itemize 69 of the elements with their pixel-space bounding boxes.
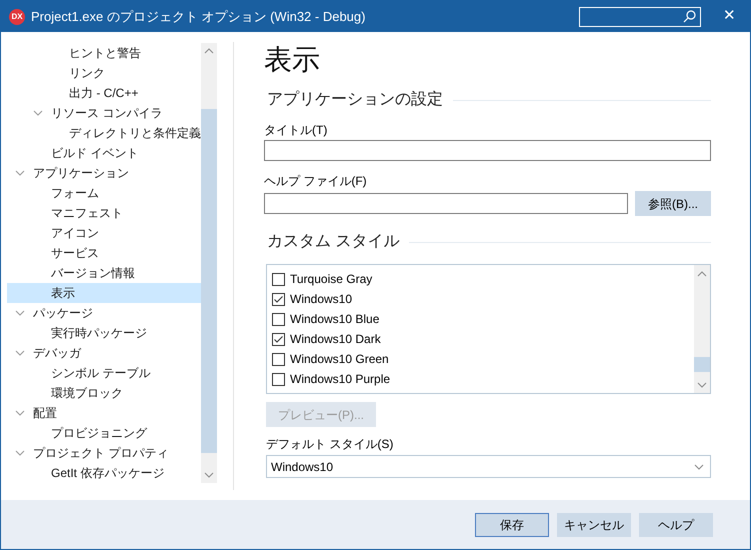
tree-item[interactable]: 環境ブロック xyxy=(7,383,201,403)
chevron-icon[interactable] xyxy=(15,310,25,316)
section-heading: アプリケーションの設定 xyxy=(266,90,443,110)
search-icon xyxy=(683,10,696,23)
tree-item[interactable]: GetIt 依存パッケージ xyxy=(7,463,201,483)
search-field[interactable] xyxy=(579,6,701,26)
chevron-icon[interactable] xyxy=(15,450,25,456)
style-label: Windows10 Green xyxy=(290,351,389,368)
tree-item[interactable]: プロジェクト プロパティ xyxy=(7,443,201,463)
chevron-icon xyxy=(204,472,214,478)
tree-item[interactable]: デバッガ xyxy=(7,343,201,363)
check-icon xyxy=(274,296,283,302)
tree-item[interactable]: アプリケーション xyxy=(7,163,201,183)
chevron-icon[interactable] xyxy=(33,110,43,116)
dialog-button[interactable]: キャンセル xyxy=(557,512,631,536)
chevron-icon[interactable] xyxy=(15,350,25,356)
tree-item[interactable]: ビルド イベント xyxy=(7,143,201,163)
tree-item[interactable]: バージョン情報 xyxy=(7,263,201,283)
title-field[interactable] xyxy=(264,140,711,161)
checkbox[interactable] xyxy=(272,312,285,326)
dialog-button[interactable]: 保存 xyxy=(475,512,549,536)
chevron-icon xyxy=(697,382,707,388)
checkbox[interactable] xyxy=(272,352,285,366)
window-title: Project1.exe のプロジェクト オプション (Win32 - Debug) xyxy=(31,8,366,26)
field-label: ヘルプ ファイル(F) xyxy=(264,173,368,189)
style-label: Windows10 Blue xyxy=(290,311,380,328)
tree-item[interactable]: リンク xyxy=(7,63,201,83)
tree-item[interactable]: プロビジョニング xyxy=(7,423,201,443)
style-label: Windows10 Dark xyxy=(290,331,381,348)
tree-item[interactable]: リソース コンパイラ xyxy=(7,103,201,123)
section-heading: カスタム スタイル xyxy=(266,232,400,252)
style-label: Windows10 xyxy=(290,291,352,308)
scrollbar-thumb[interactable] xyxy=(201,109,217,453)
checkbox[interactable] xyxy=(272,292,285,306)
tree-item[interactable]: 表示 xyxy=(7,283,201,303)
tree-item[interactable]: パッケージ xyxy=(7,303,201,323)
scrollbar[interactable] xyxy=(201,43,217,483)
tree-item[interactable]: 実行時パッケージ xyxy=(7,323,201,343)
style-label: Turquoise Gray xyxy=(290,271,372,288)
tree-item[interactable]: アイコン xyxy=(7,223,201,243)
page-title: 表示 xyxy=(264,43,321,77)
default-style-dropdown[interactable]: Windows10 xyxy=(266,455,711,478)
chevron-icon[interactable] xyxy=(15,410,25,416)
field-label: タイトル(T) xyxy=(264,122,328,138)
tree-item[interactable]: シンボル テーブル xyxy=(7,363,201,383)
field-label: デフォルト スタイル(S) xyxy=(266,436,394,452)
tree-item[interactable]: 出力 - C/C++ xyxy=(7,83,201,103)
chevron-icon xyxy=(204,48,214,54)
check-icon xyxy=(274,336,283,342)
dialog-button[interactable]: ヘルプ xyxy=(639,512,713,536)
tree-item[interactable]: サービス xyxy=(7,243,201,263)
tree-item[interactable]: フォーム xyxy=(7,183,201,203)
checkbox[interactable] xyxy=(272,372,285,386)
scrollbar[interactable] xyxy=(694,265,710,393)
chevron-icon[interactable] xyxy=(15,170,25,176)
style-label: Windows10 Purple xyxy=(290,371,390,388)
scrollbar-thumb[interactable] xyxy=(694,357,710,372)
help-file-field[interactable] xyxy=(264,193,628,214)
chevron-icon xyxy=(697,270,707,276)
browse-button[interactable]: 参照(B)... xyxy=(635,191,711,216)
checkbox[interactable] xyxy=(272,332,285,346)
tree-item[interactable]: ヒントと警告 xyxy=(7,43,201,63)
app-logo: DX xyxy=(9,8,25,24)
chevron-icon xyxy=(694,464,704,470)
tree-item[interactable]: ディレクトリと条件定義 xyxy=(7,123,201,143)
checkbox[interactable] xyxy=(272,272,285,286)
tree-item[interactable]: マニフェスト xyxy=(7,203,201,223)
tree-item[interactable]: 配置 xyxy=(7,403,201,423)
close-button[interactable]: ✕ xyxy=(723,5,736,28)
